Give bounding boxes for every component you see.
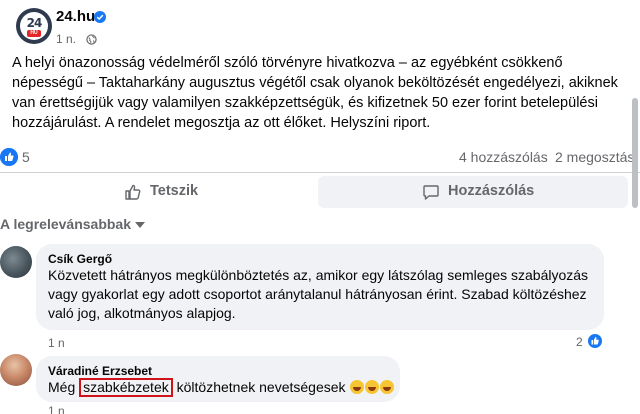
comment-text-end: költözhetnek nevetségesek [172,379,346,395]
post-body-text: A helyi önazonosság védelméről szóló tör… [12,55,618,131]
comment-bubble: Váradiné Erzsebet Még szabkébzetek költö… [36,356,400,402]
avatar-logo: 24 HU [20,12,48,40]
like-button-label: Tetszik [150,183,199,199]
comment-text: Közvetett hátrányos megkülönböztetés az,… [48,267,589,321]
page-name[interactable]: 24.hu [56,8,95,25]
laughing-emoji-icon [365,380,380,394]
comment-reaction-count[interactable]: 2 [576,335,583,349]
comment-author[interactable]: Váradiné Erzsebet [48,364,152,378]
comment-button[interactable]: Hozzászólás [318,176,628,208]
comment-icon [423,185,439,200]
post-header: 24 HU 24.hu 1 n. [0,0,640,50]
like-button[interactable]: Tetszik [0,176,312,208]
page-avatar[interactable]: 24 HU [16,8,52,44]
comment-timestamp[interactable]: 1 n [48,404,65,414]
verified-badge-icon [94,11,106,23]
comment-bubble: Csík Gergő Közvetett hátrányos megkülönb… [36,244,604,330]
post-timestamp[interactable]: 1 n. [56,32,76,46]
reaction-count[interactable]: 5 [22,149,30,165]
comment-sort-label: A legrelevánsabbak [0,216,131,232]
comment-text-start: Még [48,379,80,395]
divider [0,172,640,173]
avatar-logo-flag: HU [27,30,41,37]
reactions-bar: 5 4 hozzászólás 2 megosztás [0,146,640,168]
globe-icon [86,34,97,45]
comment-text: Még szabkébzetek költözhetnek nevetséges… [48,378,398,397]
comment-button-label: Hozzászólás [448,183,535,199]
highlighted-word: szabkébzetek [79,378,173,397]
comment-author[interactable]: Csík Gergő [48,252,112,266]
laughing-emoji-icon [350,380,365,394]
chevron-down-icon [135,222,145,229]
comment-avatar[interactable] [0,354,32,386]
like-reaction-icon[interactable] [0,148,18,166]
comment-avatar[interactable] [0,246,32,278]
comment-like-icon[interactable] [586,332,604,350]
thumbs-up-icon [125,184,141,200]
comments-count[interactable]: 4 hozzászólás [459,149,548,165]
comment-sort-dropdown[interactable]: A legrelevánsabbak [0,216,145,232]
scrollbar[interactable] [632,98,638,208]
shares-count[interactable]: 2 megosztás [555,149,634,165]
comment-timestamp[interactable]: 1 n [48,336,65,350]
laughing-emoji-icon [380,380,395,394]
avatar-logo-number: 24 [26,16,43,30]
